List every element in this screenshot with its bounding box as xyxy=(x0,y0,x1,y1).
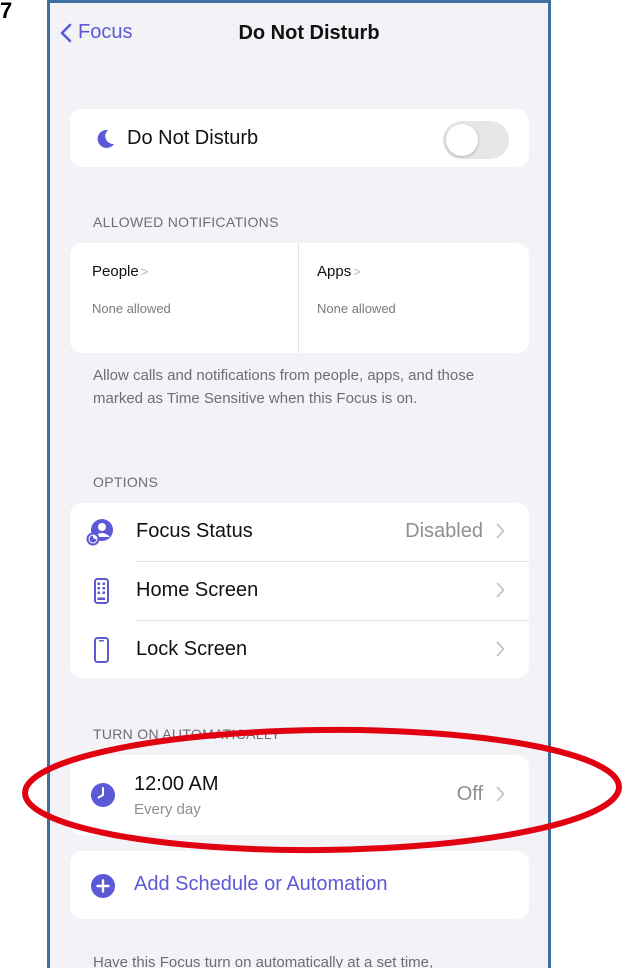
home-screen-icon xyxy=(94,578,109,604)
options-card: Focus Status Disabled Home Screen Lock S… xyxy=(70,503,529,678)
allowed-footnote: Allow calls and notifications from peopl… xyxy=(93,367,475,407)
people-button[interactable]: People > None allowed xyxy=(70,243,299,353)
home-screen-label: Home Screen xyxy=(136,579,259,601)
focus-status-row[interactable]: Focus Status Disabled xyxy=(70,503,529,561)
schedule-time: 12:00 AM xyxy=(134,773,219,795)
lock-screen-label: Lock Screen xyxy=(136,638,248,660)
people-title-row: People > xyxy=(92,263,148,280)
chevron-right-icon xyxy=(496,582,505,598)
apps-title: Apps xyxy=(317,263,352,280)
schedule-status: Off xyxy=(456,783,483,805)
dnd-label: Do Not Disturb xyxy=(127,127,259,149)
schedule-row[interactable]: 12:00 AM Every day Off xyxy=(70,755,529,835)
page-title: Do Not Disturb xyxy=(238,22,380,44)
allowed-notifications-card: People > None allowed Apps > None allowed xyxy=(70,243,529,353)
focus-status-label: Focus Status xyxy=(136,520,253,542)
apps-button[interactable]: Apps > None allowed xyxy=(299,243,529,353)
dnd-toggle-card: Do Not Disturb xyxy=(70,109,529,167)
lock-screen-icon xyxy=(94,637,109,663)
plus-icon xyxy=(91,874,115,898)
toggle-knob xyxy=(446,124,478,156)
chevron-right-icon xyxy=(496,786,505,802)
schedule-repeat: Every day xyxy=(134,801,201,818)
apps-title-row: Apps > xyxy=(317,263,361,280)
chevron-right-icon xyxy=(496,641,505,657)
allowed-notifications-header: ALLOWED NOTIFICATIONS xyxy=(93,214,279,230)
dnd-toggle[interactable] xyxy=(443,121,509,159)
people-status: None allowed xyxy=(92,301,171,316)
apps-status: None allowed xyxy=(317,301,396,316)
chevron-right-icon: > xyxy=(353,264,361,279)
phone-screen: Focus Do Not Disturb Do Not Disturb ALLO… xyxy=(47,0,551,968)
options-header: OPTIONS xyxy=(93,474,159,490)
navigation-bar: Focus Do Not Disturb xyxy=(50,3,548,67)
add-schedule-label: Add Schedule or Automation xyxy=(134,873,388,895)
chevron-right-icon xyxy=(496,523,505,539)
add-schedule-button[interactable]: Add Schedule or Automation xyxy=(70,851,529,919)
people-title: People xyxy=(92,263,139,280)
chevron-right-icon: > xyxy=(140,264,149,279)
moon-icon xyxy=(97,129,114,148)
edge-fragment: 7 xyxy=(0,0,12,22)
lock-screen-row[interactable]: Lock Screen xyxy=(70,621,529,679)
clock-icon xyxy=(91,783,115,807)
automation-header: TURN ON AUTOMATICALLY xyxy=(93,726,281,742)
automation-footnote: Have this Focus turn on automatically at… xyxy=(93,954,434,968)
focus-status-value: Disabled xyxy=(405,520,483,542)
focus-status-icon xyxy=(86,519,113,546)
home-screen-row[interactable]: Home Screen xyxy=(70,562,529,620)
